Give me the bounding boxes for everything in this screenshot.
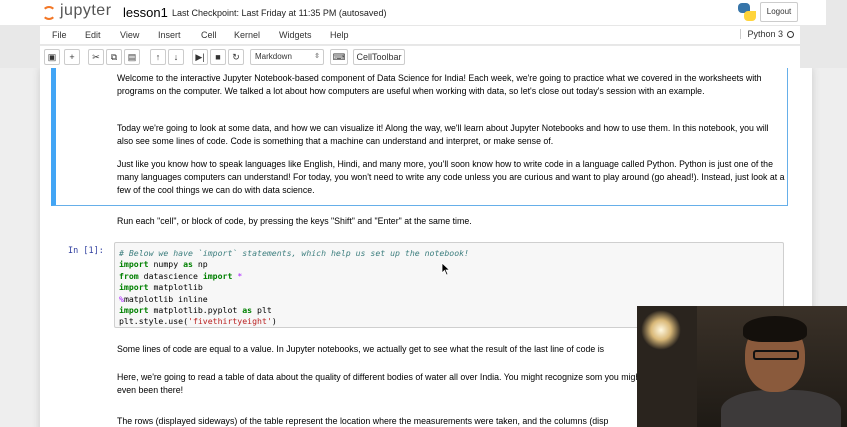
python-logo-icon [738, 3, 756, 21]
jupyter-window: jupyter lesson1 Last Checkpoint: Last Fr… [0, 0, 847, 427]
move-up-button[interactable]: ↑ [150, 49, 166, 65]
lamp-light [641, 310, 681, 350]
restart-button[interactable]: ↻ [228, 49, 244, 65]
kernel-idle-icon [787, 31, 794, 38]
keyboard-icon: ⌨ [332, 52, 346, 62]
menu-cell[interactable]: Cell [201, 30, 217, 40]
restart-icon: ↻ [232, 52, 240, 62]
stop-icon: ■ [215, 52, 221, 62]
menu-view[interactable]: View [120, 30, 139, 40]
webcam-overlay [637, 306, 847, 427]
save-icon: ▣ [47, 52, 57, 62]
kernel-name: Python 3 [747, 29, 783, 39]
copy-icon: ⧉ [110, 52, 118, 62]
move-up-icon: ↑ [155, 52, 161, 62]
menu-help[interactable]: Help [330, 30, 349, 40]
presenter-glasses [753, 350, 799, 360]
paste-button[interactable]: ▤ [124, 49, 140, 65]
insert-cell-button[interactable]: + [64, 49, 80, 65]
mouse-cursor-icon [441, 262, 451, 276]
notebook-title[interactable]: lesson1 [123, 5, 168, 20]
cell-type-select[interactable]: Markdown ⇳ [250, 49, 324, 65]
move-down-button[interactable]: ↓ [168, 49, 184, 65]
save-button[interactable]: ▣ [44, 49, 60, 65]
cut-button[interactable]: ✂ [88, 49, 104, 65]
step-run-icon: ▶| [195, 52, 205, 62]
paste-icon: ▤ [127, 52, 137, 62]
menu-file[interactable]: File [52, 30, 67, 40]
input-prompt: In [1]: [68, 246, 104, 256]
markdown-paragraph: Here, we're going to read a table of dat… [117, 372, 665, 395]
copy-button[interactable]: ⧉ [106, 49, 122, 65]
menu-kernel[interactable]: Kernel [234, 30, 260, 40]
cell-type-value: Markdown [255, 52, 292, 61]
markdown-paragraph: Welcome to the interactive Jupyter Noteb… [117, 73, 762, 96]
menubar: File Edit View Insert Cell Kernel Widget… [40, 25, 800, 45]
markdown-paragraph: Just like you know how to speak language… [117, 159, 785, 195]
run-button[interactable]: ▶| [192, 49, 208, 65]
move-down-icon: ↓ [173, 52, 179, 62]
interrupt-button[interactable]: ■ [210, 49, 226, 65]
header: jupyter lesson1 Last Checkpoint: Last Fr… [0, 0, 826, 25]
markdown-paragraph: Today we're going to look at some data, … [117, 123, 769, 146]
jupyter-logo-icon [42, 6, 56, 20]
cut-icon: ✂ [92, 52, 100, 62]
logo-text: jupyter [60, 2, 112, 19]
checkpoint-status: Last Checkpoint: Last Friday at 11:35 PM… [172, 8, 387, 18]
menu-insert[interactable]: Insert [158, 30, 181, 40]
add-cell-icon: + [69, 52, 75, 62]
markdown-paragraph: The rows (displayed sideways) of the tab… [117, 416, 609, 426]
command-palette-button[interactable]: ⌨ [330, 49, 348, 65]
jupyter-logo[interactable]: jupyter [40, 2, 116, 24]
select-caret-icon: ⇳ [314, 53, 320, 60]
toolbar: ▣ + ✂ ⧉ ▤ ↑ ↓ ▶| ■ ↻ Markdown ⇳ ⌨ CellToo… [40, 46, 800, 68]
code-line: # Below we have `import` statements, whi… [119, 248, 469, 258]
logout-button[interactable]: Logout [760, 2, 798, 22]
menu-edit[interactable]: Edit [85, 30, 101, 40]
code-line: %matplotlib inline [119, 293, 208, 304]
code-line: import matplotlib [119, 282, 203, 293]
presenter-hair [743, 316, 807, 342]
menu-widgets[interactable]: Widgets [279, 30, 312, 40]
markdown-paragraph: Run each "cell", or block of code, by pr… [117, 216, 472, 226]
markdown-paragraph: Some lines of code are equal to a value.… [117, 344, 605, 354]
presenter-body [721, 390, 841, 427]
kernel-indicator: Python 3 [740, 29, 794, 39]
celltoolbar-button[interactable]: CellToolbar [353, 49, 405, 65]
